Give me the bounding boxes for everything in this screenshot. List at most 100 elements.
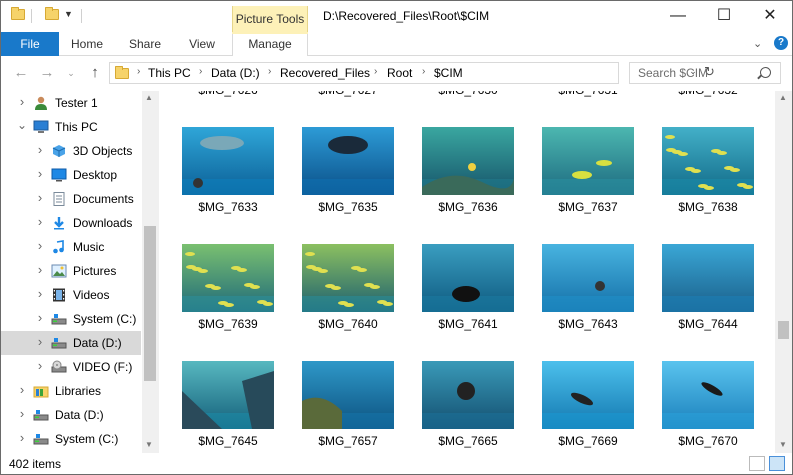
help-icon[interactable]: ?	[774, 36, 788, 50]
image-thumbnail[interactable]	[302, 127, 394, 195]
nav-item-desktop[interactable]: › Desktop	[1, 163, 141, 187]
file-tile[interactable]: $MG_7665	[422, 361, 522, 451]
file-tile[interactable]: $MG_7644	[662, 244, 762, 334]
content-scrollbar[interactable]: ▲ ▼	[775, 91, 792, 453]
chevron-right-icon[interactable]: ›	[17, 430, 27, 445]
chevron-right-icon[interactable]: ›	[35, 310, 45, 325]
nav-scroll-thumb[interactable]	[144, 226, 156, 381]
recent-locations-icon[interactable]: ⌄	[65, 63, 77, 83]
image-thumbnail[interactable]	[542, 361, 634, 429]
tab-manage[interactable]: Manage	[232, 32, 308, 56]
file-tile-label[interactable]: $MG_7630	[412, 91, 524, 97]
image-thumbnail[interactable]	[182, 127, 274, 195]
up-arrow-icon[interactable]: ↑	[85, 63, 105, 83]
breadcrumb-separator[interactable]: ›	[268, 66, 271, 77]
chevron-right-icon[interactable]: ›	[35, 190, 45, 205]
chevron-right-icon[interactable]: ›	[35, 166, 45, 181]
breadcrumb-root[interactable]: Root	[387, 66, 412, 80]
tab-view[interactable]: View	[181, 32, 223, 56]
breadcrumb-separator[interactable]: ›	[422, 66, 425, 77]
file-tile[interactable]: $MG_7669	[542, 361, 642, 451]
new-folder-icon[interactable]	[45, 7, 59, 21]
image-thumbnail[interactable]	[182, 244, 274, 312]
chevron-right-icon[interactable]: ›	[17, 406, 27, 421]
address-bar[interactable]: › This PC › Data (D:) › Recovered_Files …	[109, 62, 715, 84]
nav-item-data-d[interactable]: › Data (D:)	[1, 331, 141, 355]
chevron-right-icon[interactable]: ›	[35, 262, 45, 277]
tab-home[interactable]: Home	[65, 32, 109, 56]
file-tile[interactable]: $MG_7636	[422, 127, 522, 217]
qat-customize-icon[interactable]: ▼	[64, 9, 73, 19]
file-tile[interactable]: $MG_7635	[302, 127, 402, 217]
breadcrumb-separator[interactable]: ›	[374, 66, 377, 77]
image-thumbnail[interactable]	[302, 361, 394, 429]
file-tile[interactable]: $MG_7645	[182, 361, 282, 451]
nav-item-videos[interactable]: › Videos	[1, 283, 141, 307]
close-button[interactable]: ✕	[747, 1, 792, 31]
nav-item-video-f[interactable]: › VIDEO (F:)	[1, 355, 141, 379]
nav-item-this-pc[interactable]: ⌄ This PC	[1, 115, 141, 139]
chevron-down-icon[interactable]: ⌄	[17, 118, 27, 132]
search-input[interactable]: Search $CIM	[629, 62, 781, 84]
file-tile-label[interactable]: $MG_7631	[532, 91, 644, 97]
scroll-up-icon[interactable]: ▲	[779, 93, 787, 102]
file-tile[interactable]: $MG_7639	[182, 244, 282, 334]
breadcrumb-recovered-files[interactable]: Recovered_Files	[280, 66, 370, 80]
chevron-right-icon[interactable]: ›	[35, 142, 45, 157]
search-icon[interactable]	[760, 67, 771, 78]
nav-scrollbar[interactable]: ▲ ▼	[142, 91, 159, 453]
chevron-right-icon[interactable]: ›	[35, 286, 45, 301]
chevron-down-icon[interactable]: ⌄	[753, 37, 762, 50]
image-thumbnail[interactable]	[662, 244, 754, 312]
details-view-icon[interactable]	[749, 456, 765, 471]
tab-share[interactable]: Share	[123, 32, 167, 56]
breadcrumb-separator[interactable]: ›	[137, 66, 140, 77]
image-thumbnail[interactable]	[662, 361, 754, 429]
scroll-down-icon[interactable]: ▼	[779, 440, 787, 449]
file-tile[interactable]: $MG_7657	[302, 361, 402, 451]
chevron-right-icon[interactable]: ›	[35, 334, 45, 349]
nav-item-libraries[interactable]: › Libraries	[1, 379, 141, 403]
scroll-up-icon[interactable]: ▲	[145, 93, 153, 102]
back-arrow-icon[interactable]: ←	[11, 63, 31, 83]
file-tile[interactable]: $MG_7643	[542, 244, 642, 334]
file-tile-label[interactable]: $MG_7626	[172, 91, 284, 97]
file-tile[interactable]: $MG_7670	[662, 361, 762, 451]
image-thumbnail[interactable]	[422, 127, 514, 195]
chevron-right-icon[interactable]: ›	[35, 214, 45, 229]
image-thumbnail[interactable]	[542, 127, 634, 195]
nav-item-data-d[interactable]: › Data (D:)	[1, 403, 141, 427]
image-thumbnail[interactable]	[182, 361, 274, 429]
nav-item-downloads[interactable]: › Downloads	[1, 211, 141, 235]
breadcrumb-this-pc[interactable]: This PC	[148, 66, 191, 80]
image-thumbnail[interactable]	[422, 361, 514, 429]
chevron-right-icon[interactable]: ›	[35, 358, 45, 373]
scroll-down-icon[interactable]: ▼	[145, 440, 153, 449]
file-tile[interactable]: $MG_7641	[422, 244, 522, 334]
file-tile-label[interactable]: $MG_7632	[652, 91, 764, 97]
tab-file[interactable]: File	[1, 32, 59, 56]
nav-item-3d-objects[interactable]: › 3D Objects	[1, 139, 141, 163]
nav-item-tester-1[interactable]: › Tester 1	[1, 91, 141, 115]
image-thumbnail[interactable]	[662, 127, 754, 195]
large-icons-view-icon[interactable]	[769, 456, 785, 471]
file-tile[interactable]: $MG_7633	[182, 127, 282, 217]
file-tile[interactable]: $MG_7637	[542, 127, 642, 217]
chevron-right-icon[interactable]: ›	[17, 382, 27, 397]
maximize-button[interactable]: ☐	[701, 1, 747, 31]
chevron-right-icon[interactable]: ›	[17, 94, 27, 109]
breadcrumb-separator[interactable]: ›	[199, 66, 202, 77]
nav-item-music[interactable]: › Music	[1, 235, 141, 259]
file-tile[interactable]: $MG_7638	[662, 127, 762, 217]
nav-item-pictures[interactable]: › Pictures	[1, 259, 141, 283]
file-tile[interactable]: $MG_7640	[302, 244, 402, 334]
image-thumbnail[interactable]	[302, 244, 394, 312]
minimize-button[interactable]: —	[655, 1, 701, 31]
nav-item-system-c[interactable]: › System (C:)	[1, 427, 141, 451]
content-scroll-thumb[interactable]	[778, 321, 789, 339]
nav-item-system-c[interactable]: › System (C:)	[1, 307, 141, 331]
file-tile-label[interactable]: $MG_7627	[292, 91, 404, 97]
image-thumbnail[interactable]	[542, 244, 634, 312]
breadcrumb-data-d[interactable]: Data (D:)	[211, 66, 260, 80]
forward-arrow-icon[interactable]: →	[37, 63, 57, 83]
